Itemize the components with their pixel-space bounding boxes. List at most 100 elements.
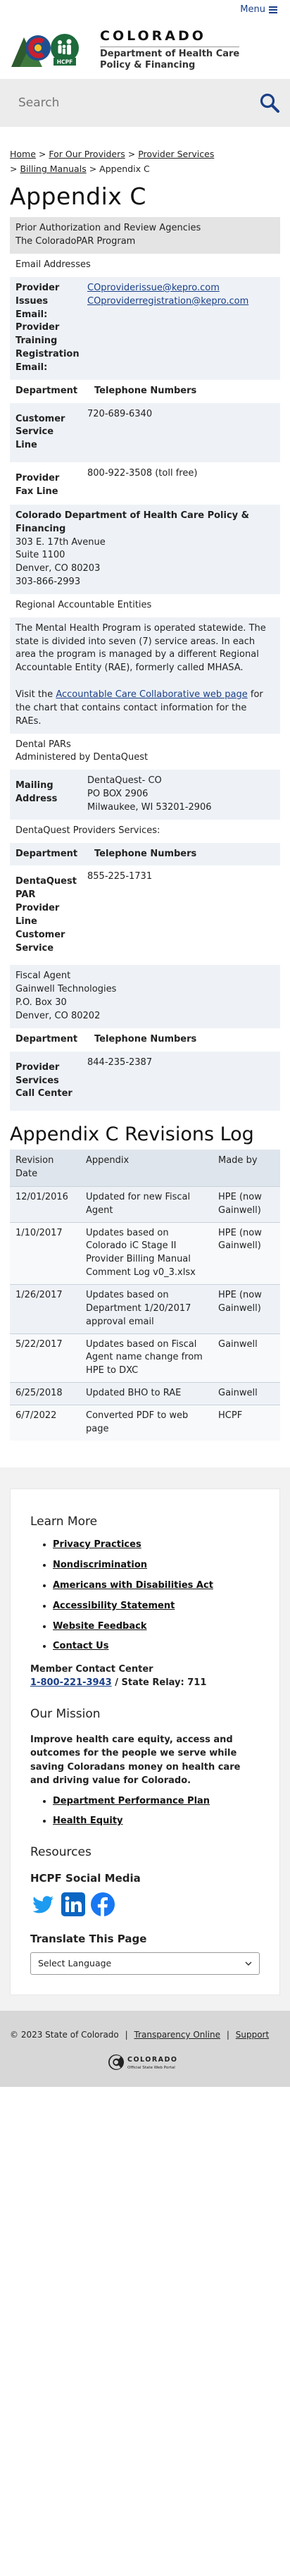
list-item: Nondiscrimination — [53, 1559, 260, 1572]
legal-links: © 2023 State of Colorado | Transparency … — [10, 2029, 280, 2041]
column-header-revision-date: Revision Date — [10, 1150, 80, 1187]
social-media-heading: HCPF Social Media — [30, 1871, 141, 1885]
health-equity-link[interactable]: Health Equity — [53, 1816, 123, 1826]
website-feedback-link[interactable]: Website Feedback — [53, 1621, 146, 1632]
revision-author: Gainwell — [213, 1333, 280, 1383]
column-header-telephone: Telephone Numbers — [82, 379, 280, 403]
performance-plan-link[interactable]: Department Performance Plan — [53, 1796, 210, 1806]
nondiscrimination-link[interactable]: Nondiscrimination — [53, 1560, 147, 1570]
provider-services-phone: 844-235-2387 — [82, 1051, 280, 1111]
mission-text: Improve health care equity, access and o… — [30, 1734, 241, 1787]
logo-badge-text: HCPF — [57, 59, 72, 66]
portal-name: COLORADO — [127, 2056, 177, 2064]
table-row: 12/01/2016 Updated for new Fiscal Agent … — [10, 1185, 280, 1223]
language-select[interactable]: Select Language — [30, 1952, 260, 1976]
privacy-practices-link[interactable]: Privacy Practices — [53, 1539, 141, 1550]
facebook-icon[interactable] — [91, 1892, 115, 1916]
table-row: 6/7/2022 Converted PDF to web page HCPF — [10, 1404, 280, 1441]
top-bar: Menu — [0, 0, 290, 20]
list-item: Website Feedback — [53, 1620, 260, 1634]
accessibility-statement-link[interactable]: Accessibility Statement — [53, 1601, 175, 1611]
site-footer: Learn More Privacy Practices Nondiscrimi… — [0, 1467, 290, 2011]
member-phone-link[interactable]: 1-800-221-3943 — [30, 1677, 112, 1688]
revision-author: HCPF — [213, 1404, 280, 1441]
hcpf-name: Colorado Department of Health Care Polic… — [15, 510, 249, 534]
colorado-c-logo-icon: COLORADO Official State Web Portal — [108, 2054, 177, 2070]
search-input[interactable] — [18, 96, 259, 110]
dentaquest-services-heading: DentaQuest Providers Services: — [10, 819, 280, 843]
customer-service-label: Customer Service Line — [10, 402, 82, 463]
revision-description: Updated BHO to RAE — [80, 1382, 213, 1405]
provider-issue-email-link[interactable]: COproviderissue@kepro.com — [87, 283, 220, 293]
state-relay: / State Relay: 711 — [111, 1677, 207, 1689]
breadcrumb-for-providers[interactable]: For Our Providers — [49, 149, 125, 159]
resources-heading: Resources — [30, 1845, 92, 1860]
hcpf-logo-icon: HCPF — [11, 34, 79, 67]
mailing-address: DentaQuest- CO PO BOX 2906 Milwaukee, WI… — [82, 770, 280, 820]
dentaquest-line-label: DentaQuest PAR Provider Line Customer Se… — [10, 865, 82, 966]
hcpf-phone: 303-866-2993 — [15, 577, 81, 588]
table-row: Department Telephone Numbers — [10, 379, 280, 403]
list-item: Americans with Disabilities Act — [53, 1579, 260, 1593]
copyright-text: © 2023 State of Colorado — [10, 2030, 119, 2040]
table-row: DentaQuest PAR Provider Line Customer Se… — [10, 865, 280, 966]
breadcrumb-home[interactable]: Home — [10, 149, 36, 159]
contact-us-link[interactable]: Contact Us — [53, 1641, 108, 1651]
table-row: 5/22/2017 Updates based on Fiscal Agent … — [10, 1333, 280, 1383]
table-row: Regional Accountable Entities — [10, 593, 280, 617]
breadcrumb-billing-manuals[interactable]: Billing Manuals — [20, 164, 86, 174]
hamburger-icon — [269, 6, 277, 13]
revision-author: HPE (now Gainwell) — [213, 1284, 280, 1334]
member-phone-line: 1-800-221-3943 / State Relay: 711 — [30, 1677, 260, 1690]
table-row: Provider Services Call Center 844-235-23… — [10, 1051, 280, 1111]
breadcrumb-separator: > — [10, 164, 18, 175]
learn-more-links: Privacy Practices Nondiscrimination Amer… — [30, 1539, 260, 1653]
revision-description: Updates based on Fiscal Agent name chang… — [80, 1333, 213, 1383]
state-name: COLORADO — [100, 27, 240, 48]
breadcrumb-provider-services[interactable]: Provider Services — [138, 149, 214, 159]
mission-links: Department Performance Plan Health Equit… — [30, 1795, 260, 1829]
revision-description: Updates based on Department 1/20/2017 ap… — [80, 1284, 213, 1334]
par-subtitle: The ColoradoPAR Program — [15, 236, 136, 247]
dept-name-line1: Department of Health Care — [100, 49, 240, 60]
menu-label: Menu — [240, 4, 265, 15]
revision-date: 1/10/2017 — [10, 1221, 80, 1285]
customer-service-phone: 720-689-6340 — [82, 402, 280, 463]
search-icon[interactable] — [259, 92, 280, 113]
hcpf-address-line3: Denver, CO 80203 — [15, 563, 101, 574]
fiscal-agent-line2: Gainwell Technologies — [15, 984, 117, 995]
mailing-address-line2: PO BOX 2906 — [87, 789, 149, 800]
accountable-care-collaborative-link[interactable]: Accountable Care Collaborative web page — [56, 689, 247, 700]
colorado-portal-logo[interactable]: COLORADO Official State Web Portal — [10, 2042, 280, 2080]
bottom-bar: © 2023 State of Colorado | Transparency … — [0, 2011, 290, 2087]
table-row: Prior Authorization and Review Agencies … — [10, 217, 280, 254]
link-separator: | — [125, 2030, 128, 2040]
breadcrumb-current: Appendix C — [99, 164, 150, 175]
twitter-icon[interactable] — [30, 1892, 56, 1918]
rae-description: The Mental Health Program is operated st… — [10, 617, 280, 734]
support-link[interactable]: Support — [236, 2030, 269, 2040]
revision-author: HPE (now Gainwell) — [213, 1221, 280, 1285]
ada-link[interactable]: Americans with Disabilities Act — [53, 1580, 213, 1591]
table-row: Colorado Department of Health Care Polic… — [10, 504, 280, 594]
breadcrumb-separator: > — [127, 149, 136, 159]
language-select-value: Select Language — [38, 1958, 112, 1969]
fiscal-agent-line3: P.O. Box 30 — [15, 997, 67, 1009]
member-contact-center: Member Contact Center — [30, 1664, 153, 1675]
column-header-department: Department — [10, 1028, 82, 1052]
transparency-online-link[interactable]: Transparency Online — [134, 2030, 220, 2040]
revision-description: Updated for new Fiscal Agent — [80, 1185, 213, 1223]
provider-registration-email-link[interactable]: COproviderregistration@kepro.com — [87, 296, 248, 307]
translate-heading: Translate This Page — [30, 1932, 147, 1945]
table-row: Email Addresses — [10, 254, 280, 277]
revisions-title: Appendix C Revisions Log — [10, 1123, 254, 1146]
linkedin-icon[interactable] — [61, 1892, 85, 1916]
par-heading: Prior Authorization and Review Agencies … — [10, 217, 280, 254]
column-header-department: Department — [10, 842, 82, 866]
site-logo[interactable]: HCPF COLORADO Department of Health Care … — [0, 20, 290, 78]
revision-date: 5/22/2017 — [10, 1333, 80, 1383]
rae-text: The Mental Health Program is operated st… — [15, 622, 266, 674]
mailing-address-line1: DentaQuest- CO — [87, 775, 162, 787]
menu-button[interactable]: Menu — [240, 4, 277, 17]
par-title: Prior Authorization and Review Agencies — [15, 223, 201, 234]
